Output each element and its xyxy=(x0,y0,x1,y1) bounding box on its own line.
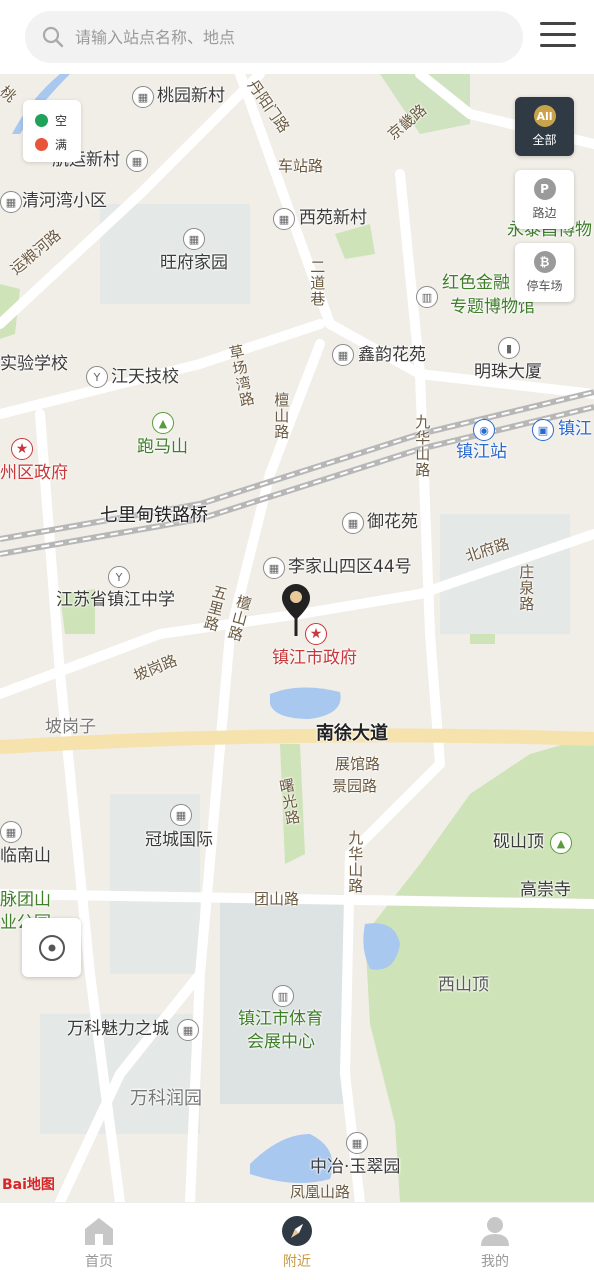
museum-icon: ▥ xyxy=(416,286,438,308)
road-label: 景园路 xyxy=(332,777,378,795)
school-icon: Y xyxy=(108,566,130,588)
legend-label: 满 xyxy=(55,137,68,152)
map-label[interactable]: 会展中心 xyxy=(247,1032,315,1053)
map-label[interactable]: 镇江市体育 xyxy=(238,1009,323,1030)
search-icon xyxy=(42,26,64,48)
building-icon: ▦ xyxy=(342,512,364,534)
tab-nearby[interactable]: 附近 xyxy=(198,1203,396,1280)
user-icon xyxy=(481,1217,509,1246)
filter-roadside-button[interactable]: P 路边 xyxy=(515,170,574,229)
map-label[interactable]: 南徐大道 xyxy=(316,723,388,745)
map-label[interactable]: 脉团山 xyxy=(0,890,51,911)
header xyxy=(0,0,594,74)
map-label[interactable]: 砚山顶 xyxy=(493,832,544,853)
train-icon: ◉ xyxy=(473,419,495,441)
map-label[interactable]: 明珠大厦 xyxy=(474,362,542,383)
legend-item-empty: 空 xyxy=(35,108,81,132)
tower-icon: ▮ xyxy=(498,337,520,359)
road-label: 九华山路 xyxy=(413,414,432,478)
map-label[interactable]: 清河湾小区 xyxy=(22,191,107,212)
status-legend: 空 满 xyxy=(23,100,81,162)
map-label[interactable]: 七里甸铁路桥 xyxy=(100,505,208,527)
parking-lot-icon: ₿ xyxy=(533,251,556,273)
map-label[interactable]: 跑马山 xyxy=(137,437,188,458)
map-label[interactable]: 鑫韵花苑 xyxy=(358,345,426,366)
map-label[interactable]: 中冶·玉翠园 xyxy=(310,1157,400,1178)
building-icon: ▦ xyxy=(346,1132,368,1154)
road-label: 车站路 xyxy=(278,157,324,175)
map-label[interactable]: 旺府家园 xyxy=(160,253,228,274)
building-icon: ▦ xyxy=(0,821,22,843)
tab-home[interactable]: 首页 xyxy=(0,1203,198,1280)
home-icon xyxy=(85,1218,113,1245)
map-label[interactable]: 红色金融 xyxy=(442,273,510,294)
map-label[interactable]: 万科魅力之城 xyxy=(67,1019,169,1040)
bottom-nav: 首页 附近 我的 xyxy=(0,1202,594,1280)
building-icon: ▦ xyxy=(183,228,205,250)
map-label[interactable]: 江天技校 xyxy=(111,367,179,388)
map-label[interactable]: 西苑新村 xyxy=(299,208,367,229)
road-label: 展馆路 xyxy=(335,755,381,773)
filter-parkinglot-button[interactable]: ₿ 停车场 xyxy=(515,243,574,302)
legend-label: 空 xyxy=(55,113,68,128)
map-label[interactable]: 西山顶 xyxy=(438,975,489,996)
building-icon: ▦ xyxy=(332,344,354,366)
map-label[interactable]: 冠城国际 xyxy=(145,830,213,851)
government-icon: ★ xyxy=(305,623,327,645)
menu-icon[interactable] xyxy=(540,22,576,52)
building-icon: ▦ xyxy=(263,557,285,579)
filter-label: 停车场 xyxy=(526,279,563,293)
map-label[interactable]: 临南山 xyxy=(0,846,51,867)
map-label[interactable]: 高崇寺 xyxy=(520,880,571,901)
map-label[interactable]: 李家山四区44号 xyxy=(288,557,412,578)
all-icon: All xyxy=(533,105,556,127)
full-dot-icon xyxy=(35,137,48,151)
tab-label: 我的 xyxy=(481,1254,509,1270)
map-label[interactable]: 御花苑 xyxy=(367,512,418,533)
road-label: 檀山路 xyxy=(272,392,291,440)
compass-icon xyxy=(282,1216,312,1246)
road-label: 二道巷 xyxy=(308,259,327,307)
road-label: 凤凰山路 xyxy=(290,1183,351,1201)
map-label[interactable]: 坡岗子 xyxy=(45,717,96,738)
map[interactable]: ▦ 桃园新村 航运新村 ▦ ▦ 清河湾小区 ▦ 西苑新村 ▦ 旺府家园 永泰昌博… xyxy=(0,74,594,1202)
building-icon: ▦ xyxy=(132,86,154,108)
target-icon xyxy=(38,934,65,961)
road-label: 九华山路 xyxy=(346,830,365,894)
road-label: 团山路 xyxy=(254,890,300,908)
school-icon: Y xyxy=(86,366,108,388)
map-label[interactable]: 实验学校 xyxy=(0,354,68,375)
search-input[interactable] xyxy=(75,27,475,47)
building-icon: ▦ xyxy=(0,191,22,213)
map-label[interactable]: 镇江 xyxy=(558,419,592,440)
map-label[interactable]: 桃园新村 xyxy=(157,86,225,107)
stadium-icon: ▥ xyxy=(272,985,294,1007)
road-label: 庄泉路 xyxy=(517,564,536,612)
bus-icon: ▣ xyxy=(532,419,554,441)
building-icon: ▦ xyxy=(177,1019,199,1041)
building-icon: ▦ xyxy=(273,208,295,230)
mountain-icon: ▲ xyxy=(152,412,174,434)
map-label[interactable]: 镇江市政府 xyxy=(272,648,357,669)
baidu-logo: Bai地图 xyxy=(2,1177,55,1193)
locate-button[interactable] xyxy=(22,918,81,977)
mountain-icon: ▲ xyxy=(550,832,572,854)
parking-p-icon: P xyxy=(533,178,556,200)
government-icon: ★ xyxy=(11,438,33,460)
map-label[interactable]: 江苏省镇江中学 xyxy=(56,590,175,611)
tab-label: 附近 xyxy=(283,1254,311,1270)
map-label[interactable]: 万科润园 xyxy=(130,1088,202,1110)
filter-label: 路边 xyxy=(532,206,557,220)
filter-all-button[interactable]: All 全部 xyxy=(515,97,574,156)
tab-label: 首页 xyxy=(85,1254,113,1270)
tab-mine[interactable]: 我的 xyxy=(396,1203,594,1280)
empty-dot-icon xyxy=(35,113,48,127)
map-label[interactable]: 镇江站 xyxy=(456,442,507,463)
building-icon: ▦ xyxy=(170,804,192,826)
search-bar[interactable] xyxy=(25,11,523,63)
map-label[interactable]: 州区政府 xyxy=(0,463,68,484)
building-icon: ▦ xyxy=(126,150,148,172)
legend-item-full: 满 xyxy=(35,132,81,156)
filter-label: 全部 xyxy=(532,133,557,147)
